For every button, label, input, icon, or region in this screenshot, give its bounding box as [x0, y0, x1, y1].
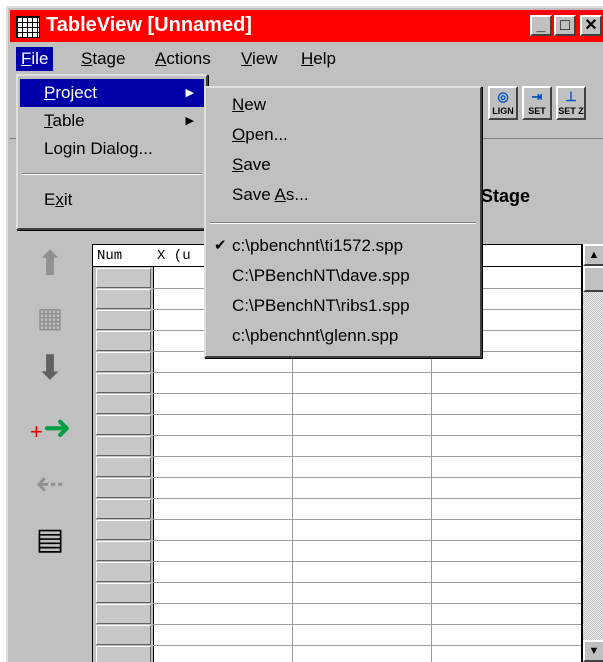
align-button[interactable]: ◎ LIGN	[488, 86, 518, 120]
window-title: TableView [Unnamed]	[46, 14, 252, 36]
document-grid-icon[interactable]: ▤	[30, 520, 70, 560]
recent-file-1[interactable]: ✔ c:\pbenchnt\ti1572.spp	[208, 232, 478, 260]
table-row-line	[153, 393, 581, 394]
row-header-cell[interactable]	[96, 457, 151, 477]
menu-separator	[22, 173, 202, 175]
row-header-cell[interactable]	[96, 394, 151, 414]
project-save-as[interactable]: Save As...	[208, 181, 478, 209]
table-row-line	[153, 603, 581, 604]
title-bar[interactable]: TableView [Unnamed] _ □ ✕	[10, 10, 603, 42]
project-save[interactable]: Save	[208, 151, 478, 179]
minimize-button[interactable]: _	[530, 15, 552, 36]
table-row-line	[153, 561, 581, 562]
maximize-button[interactable]: □	[554, 15, 576, 36]
row-header-cell[interactable]	[96, 625, 151, 645]
menu-actions[interactable]: Actions	[150, 47, 216, 71]
submenu-arrow-icon: ▶	[185, 115, 194, 127]
row-header-cell[interactable]	[96, 352, 151, 372]
set-z-button[interactable]: ⊥ SET Z	[556, 86, 586, 120]
table-row-line	[153, 540, 581, 541]
set-z-icon: ⊥	[565, 89, 577, 104]
project-open[interactable]: Open...	[208, 121, 478, 149]
project-submenu: New Open... Save Save As... ✔ c:\pbenchn…	[204, 86, 482, 358]
column-header-num[interactable]: Num	[93, 245, 154, 267]
file-menu-table[interactable]: Table ▶	[20, 107, 204, 135]
row-header-cell[interactable]	[96, 436, 151, 456]
row-header-cell[interactable]	[96, 583, 151, 603]
recent-file-4[interactable]: c:\pbenchnt\glenn.spp	[208, 322, 478, 350]
row-header-cell[interactable]	[96, 478, 151, 498]
menu-stage[interactable]: Stage	[76, 47, 130, 71]
table-row-line	[153, 645, 581, 646]
set-icon: ⇥	[531, 89, 543, 104]
row-header-cell[interactable]	[96, 415, 151, 435]
project-new[interactable]: New	[208, 91, 478, 119]
vertical-scrollbar[interactable]: ▲ ▼	[582, 244, 603, 662]
scroll-up-button[interactable]: ▲	[583, 244, 603, 266]
move-up-arrow-icon[interactable]: ⬆	[30, 244, 70, 284]
add-point-icon[interactable]: +➜	[30, 408, 71, 448]
table-row-line	[153, 582, 581, 583]
table-row-line	[153, 456, 581, 457]
row-header-cell[interactable]	[96, 289, 151, 309]
menu-separator	[210, 222, 476, 224]
row-header-cell[interactable]	[96, 604, 151, 624]
set-button[interactable]: ⇥ SET	[522, 86, 552, 120]
file-menu-exit[interactable]: Exit	[20, 186, 204, 214]
scroll-down-button[interactable]: ▼	[583, 640, 603, 662]
recent-file-3[interactable]: C:\PBenchNT\ribs1.spp	[208, 292, 478, 320]
table-row-line	[153, 519, 581, 520]
scroll-thumb[interactable]	[583, 266, 603, 292]
row-header-column	[93, 245, 154, 662]
menu-file[interactable]: File	[16, 47, 54, 71]
row-header-cell[interactable]	[96, 310, 151, 330]
recent-file-2[interactable]: C:\PBenchNT\dave.spp	[208, 262, 478, 290]
table-app-icon	[16, 16, 40, 38]
table-row-line	[153, 372, 581, 373]
row-header-cell[interactable]	[96, 562, 151, 582]
align-icon: ◎	[497, 89, 509, 104]
insert-row-icon[interactable]: ▦	[30, 298, 70, 338]
row-header-cell[interactable]	[96, 541, 151, 561]
row-header-cell[interactable]	[96, 646, 151, 662]
table-row-line	[153, 435, 581, 436]
file-menu: Project ▶ Table ▶ Login Dialog... Exit	[16, 74, 208, 230]
table-row-line	[153, 414, 581, 415]
row-header-cell[interactable]	[96, 268, 151, 288]
row-header-cell[interactable]	[96, 373, 151, 393]
table-row-line	[153, 498, 581, 499]
menu-view[interactable]: View	[236, 47, 283, 71]
row-header-cell[interactable]	[96, 520, 151, 540]
row-header-cell[interactable]	[96, 331, 151, 351]
remove-point-icon[interactable]: ⇠	[30, 464, 70, 504]
checkmark-icon: ✔	[214, 237, 227, 254]
menu-bar: File Stage Actions View Help	[10, 44, 603, 74]
menu-help[interactable]: Help	[296, 47, 341, 71]
close-button[interactable]: ✕	[580, 15, 602, 36]
row-header-cell[interactable]	[96, 499, 151, 519]
move-down-arrow-icon[interactable]: ⬇	[30, 348, 70, 388]
file-menu-login-dialog[interactable]: Login Dialog...	[20, 135, 204, 163]
tableview-window: TableView [Unnamed] _ □ ✕ File Stage Act…	[6, 6, 603, 662]
submenu-arrow-icon: ▶	[185, 87, 194, 99]
table-row-line	[153, 477, 581, 478]
file-menu-project[interactable]: Project ▶	[20, 79, 204, 107]
table-row-line	[153, 624, 581, 625]
